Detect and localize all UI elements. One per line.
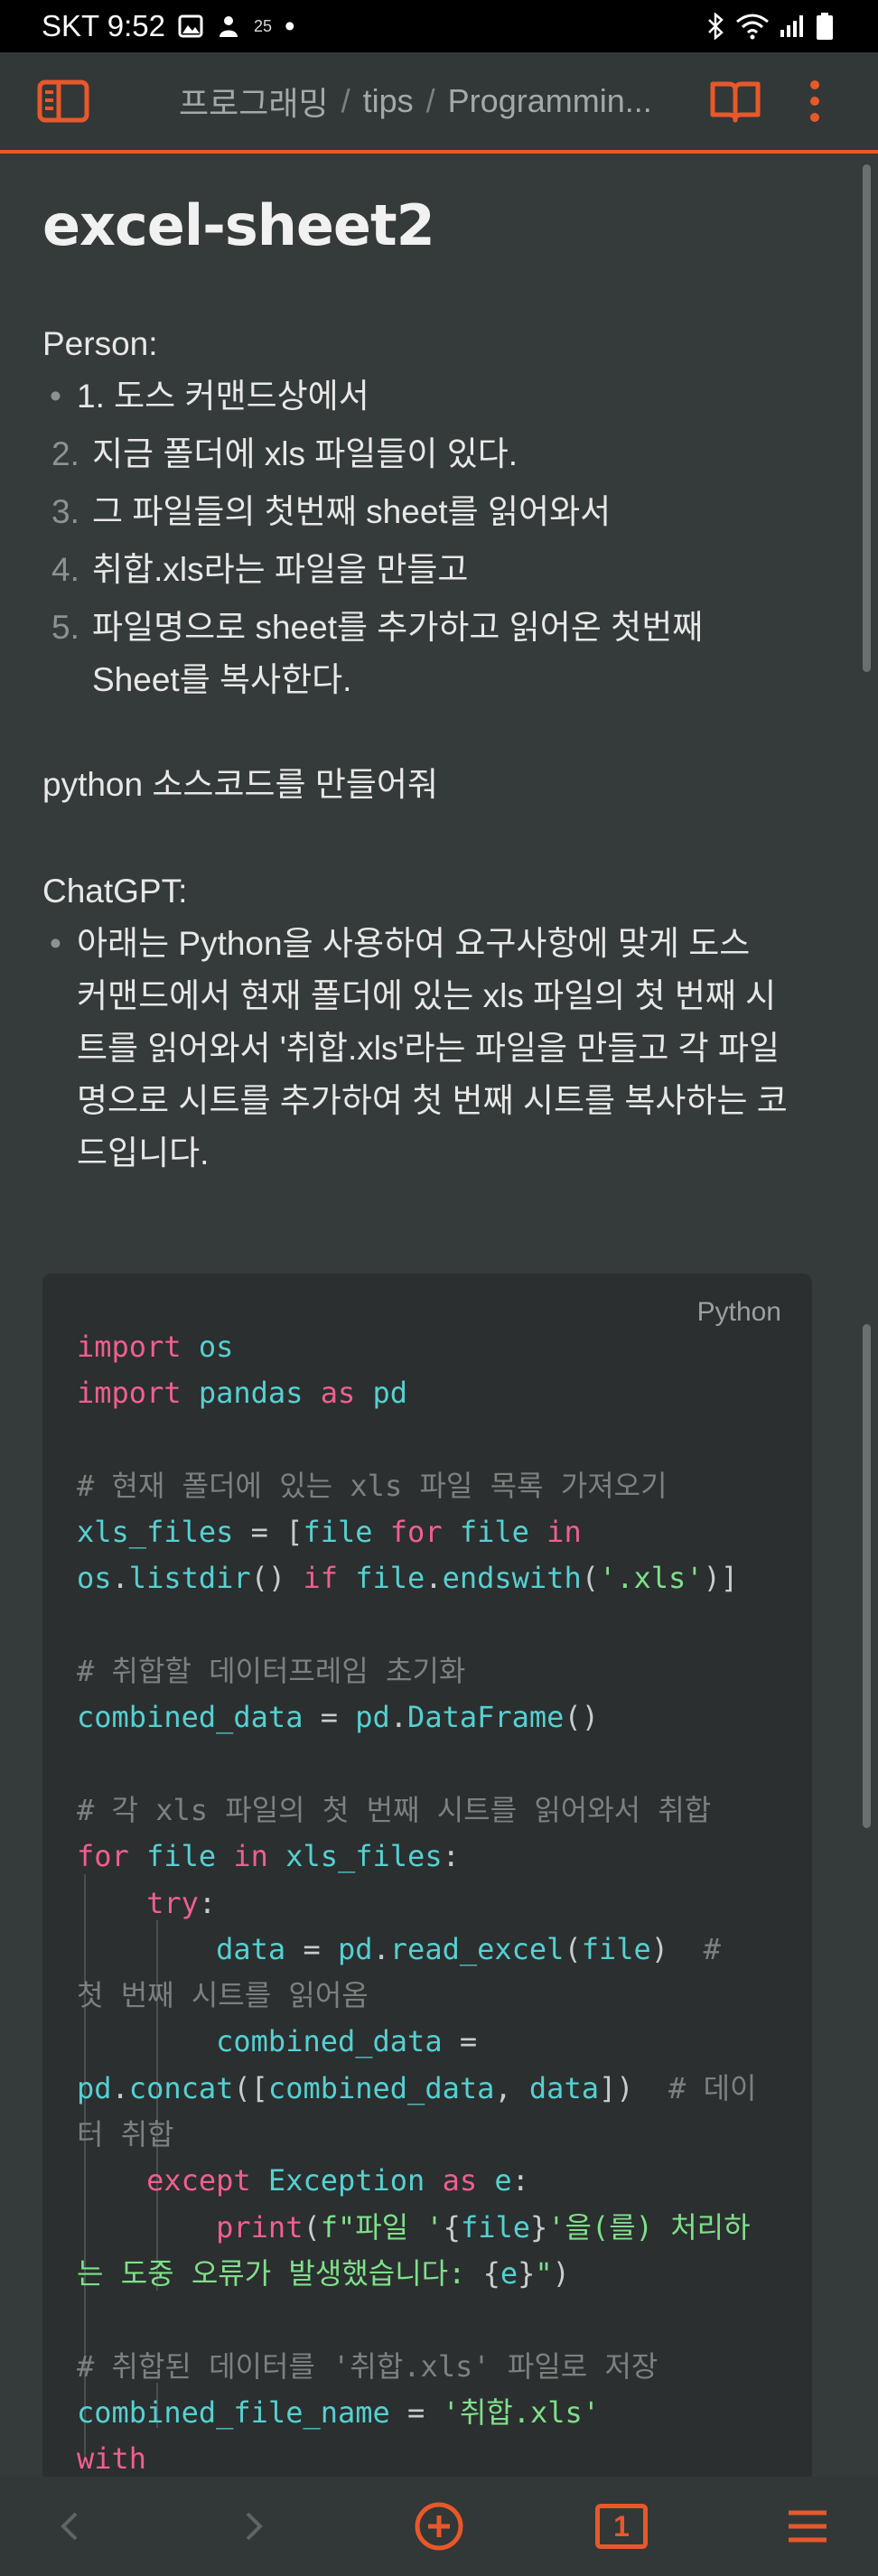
menu-button[interactable] <box>775 2497 840 2556</box>
status-bar: SKT 9:52 25 • <box>0 0 878 52</box>
code-line: 터 취합 <box>77 2117 174 2152</box>
code-line: try: <box>146 1885 217 1920</box>
sidebar-icon <box>37 79 89 123</box>
status-small-badge: 25 <box>253 16 273 35</box>
bottom-toolbar: 1 <box>0 2477 878 2576</box>
list-item: 2. 지금 폴더에 xls 파일들이 있다. <box>42 428 819 481</box>
app-bar: 프로그래밍 / tips / Programmin... <box>0 52 878 154</box>
list-item-text: 취합.xls라는 파일을 만들고 <box>92 551 469 588</box>
answer-line: 아래는 Python을 사용하여 요구사항에 맞게 도스 <box>77 925 751 962</box>
person-label: Person: <box>42 325 158 362</box>
code-line: 첫 번째 시트를 읽어옴 <box>77 1978 369 2013</box>
app-notification-icon <box>219 16 238 37</box>
note-content: excel-sheet2 Person: • 1. 도스 커맨드상에서 2. 지… <box>42 158 819 1180</box>
list-item: 5. 파일명으로 sheet를 추가하고 읽어온 첫번째 Sheet를 복사한다… <box>42 602 819 706</box>
list-item-text: 1. 도스 커맨드상에서 <box>77 378 369 415</box>
forward-button[interactable] <box>222 2497 285 2556</box>
request-text: python 소스코드를 만들어줘 <box>42 766 439 803</box>
book-open-icon <box>710 81 761 123</box>
answer-line: 커맨드에서 현재 폴더에 있는 xls 파일의 첫 번째 시 <box>77 977 777 1014</box>
signal-icon <box>780 15 803 37</box>
code-line: # 취합할 데이터프레임 초기화 <box>77 1654 466 1689</box>
code-line: # 취합된 데이터를 '취합.xls' 파일로 저장 <box>77 2348 658 2384</box>
tabs-icon: 1 <box>595 2504 648 2549</box>
code-line: # 현재 폴더에 있는 xls 파일 목록 가져오기 <box>77 1468 668 1503</box>
gallery-icon <box>178 14 203 38</box>
list-item-text: 그 파일들의 첫번째 sheet를 읽어와서 <box>92 493 612 530</box>
code-block: Python import os import pandas as pd # 현재… <box>42 1274 812 2576</box>
list-marker: 4. <box>51 551 79 588</box>
code-line: combined_data = pd.DataFrame() <box>77 1700 599 1735</box>
code-line: import pandas as pd <box>77 1376 408 1411</box>
code-line: print(f"파일 '{file}'을(를) 처리하 <box>216 2209 751 2245</box>
chatgpt-label: ChatGPT: <box>42 873 188 910</box>
code-language-label: Python <box>696 1297 781 1327</box>
sidebar-toggle-button[interactable] <box>33 74 94 128</box>
code-line: 는 도중 오류가 발생했습니다: {e}") <box>77 2255 570 2291</box>
code-line: with <box>77 2441 147 2477</box>
code-line: os.listdir() if file.endswith('.xls')] <box>77 1561 739 1596</box>
code-line: for file in xls_files: <box>77 1839 460 1874</box>
code-line: xls_files = [file for file in <box>77 1515 582 1550</box>
breadcrumb-item[interactable]: Programmin... <box>448 82 652 120</box>
list-marker: • <box>50 378 61 415</box>
more-options-button[interactable] <box>795 74 835 128</box>
breadcrumb-item[interactable]: 프로그래밍 <box>179 78 329 125</box>
list-item: 3. 그 파일들의 첫번째 sheet를 읽어와서 <box>42 486 819 538</box>
list-item-text: 지금 폴더에 xls 파일들이 있다. <box>92 435 518 472</box>
list-item-text-continued: Sheet를 복사한다. <box>92 661 352 698</box>
tabs-button[interactable]: 1 <box>589 2497 654 2556</box>
battery-icon <box>817 13 833 40</box>
breadcrumb: 프로그래밍 / tips / Programmin... <box>179 52 667 150</box>
code-line: combined_data = <box>216 2024 478 2059</box>
code-line: except Exception as e: <box>146 2163 529 2198</box>
page-title: excel-sheet2 <box>42 192 435 258</box>
chatgpt-answer-item: • 아래는 Python을 사용하여 요구사항에 맞게 도스 커맨드에서 현재 … <box>42 918 819 1180</box>
status-carrier-time: SKT 9:52 <box>42 9 165 42</box>
list-item-text: 파일명으로 sheet를 추가하고 읽어온 첫번째 <box>92 609 704 646</box>
answer-line: 드입니다. <box>77 1134 210 1171</box>
new-note-button[interactable] <box>406 2497 472 2556</box>
bluetooth-icon <box>708 13 724 40</box>
answer-line: 트를 읽어와서 '취합.xls'라는 파일을 만들고 각 파일 <box>77 1030 780 1067</box>
list-marker: 3. <box>51 493 79 530</box>
code-line: data = pd.read_excel(file) # <box>216 1931 721 1966</box>
code-line: # 각 xls 파일의 첫 번째 시트를 읽어와서 취합 <box>77 1792 712 1827</box>
wifi-icon <box>736 14 769 40</box>
reading-mode-button[interactable] <box>706 74 764 128</box>
back-button[interactable] <box>38 2497 101 2556</box>
answer-line: 명으로 시트를 추가하여 첫 번째 시트를 복사하는 코 <box>77 1082 788 1119</box>
breadcrumb-separator: / <box>341 82 350 119</box>
code-line: pd.concat([combined_data, data]) # 데이 <box>77 2070 757 2105</box>
status-dot: • <box>285 9 295 42</box>
code-line: import os <box>77 1330 234 1364</box>
scrollbar-upper[interactable] <box>863 164 871 672</box>
list-marker: 5. <box>51 609 79 646</box>
more-vertical-icon <box>810 80 819 122</box>
list-marker: 2. <box>51 435 79 472</box>
chevron-right-icon <box>246 2512 263 2541</box>
list-item: • 1. 도스 커맨드상에서 <box>42 370 819 423</box>
code-content[interactable]: import os import pandas as pd # 현재 폴더에 있는… <box>77 1324 790 2482</box>
list-marker: • <box>50 925 61 962</box>
list-item: 4. 취합.xls라는 파일을 만들고 <box>42 544 819 596</box>
tab-count: 1 <box>613 2509 630 2543</box>
breadcrumb-separator: / <box>425 82 435 119</box>
scrollbar-lower[interactable] <box>863 1324 871 1828</box>
chevron-left-icon <box>61 2512 78 2541</box>
code-line: combined_file_name = '취합.xls' <box>77 2394 601 2430</box>
hamburger-menu-icon <box>789 2510 827 2543</box>
breadcrumb-item[interactable]: tips <box>363 82 414 120</box>
plus-circle-icon <box>415 2502 463 2551</box>
